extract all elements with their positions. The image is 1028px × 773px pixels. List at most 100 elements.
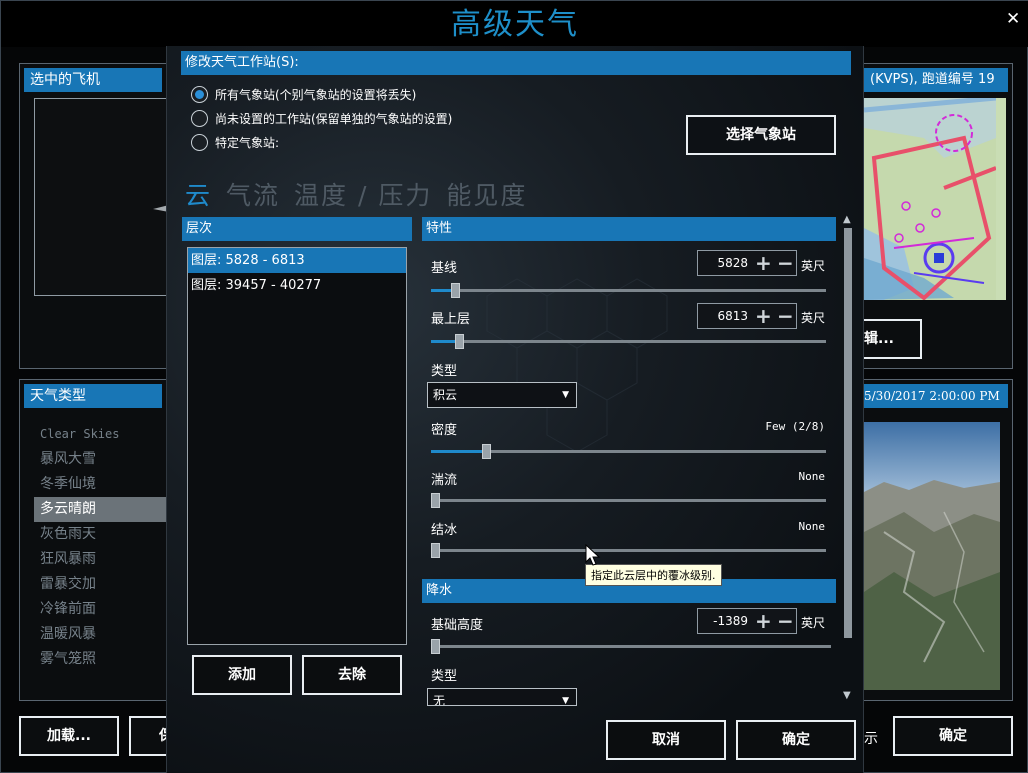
turbulence-slider[interactable] bbox=[431, 493, 826, 508]
precip-base-height-stepper[interactable]: -1389 + − bbox=[697, 608, 797, 634]
icing-label: 结冰 bbox=[431, 523, 458, 538]
icing-value: None bbox=[798, 520, 826, 533]
layers-list: 图层: 5828 - 6813 图层: 39457 - 40277 bbox=[187, 247, 407, 645]
radio-unset-stations[interactable]: 尚未设置的工作站(保留单独的气象站的设置) bbox=[191, 108, 452, 128]
datetime-header: 5/30/2017 2:00:00 PM bbox=[864, 384, 1008, 408]
cancel-button[interactable]: 取消 bbox=[606, 720, 726, 760]
top-slider[interactable] bbox=[431, 334, 826, 349]
precip-base-height-value[interactable]: -1389 bbox=[698, 609, 748, 633]
select-station-button[interactable]: 选择气象站 bbox=[686, 115, 836, 155]
cloud-type-select[interactable]: 积云 ▼ bbox=[427, 382, 577, 408]
tab-wind[interactable]: 气流 bbox=[226, 176, 280, 212]
slider-thumb[interactable] bbox=[431, 493, 440, 508]
weather-type-item[interactable]: Clear Skies bbox=[34, 422, 184, 447]
aircraft-silhouette bbox=[153, 201, 185, 215]
layers-header: 层次 bbox=[182, 217, 412, 241]
add-layer-button[interactable]: 添加 bbox=[192, 655, 292, 695]
weather-type-item[interactable]: 温暖风暴 bbox=[34, 622, 184, 647]
weather-type-item[interactable]: 多云晴朗 bbox=[34, 497, 184, 522]
density-slider[interactable] bbox=[431, 444, 826, 459]
top-unit: 英尺 bbox=[801, 311, 826, 325]
density-label: 密度 bbox=[431, 423, 458, 438]
minus-icon[interactable]: − bbox=[777, 609, 794, 633]
dropdown-arrow-icon: ▼ bbox=[562, 390, 569, 400]
minus-icon[interactable]: − bbox=[777, 304, 794, 328]
top-label: 最上层 bbox=[431, 312, 471, 327]
base-slider[interactable] bbox=[431, 283, 826, 298]
slider-thumb[interactable] bbox=[431, 639, 440, 654]
selected-aircraft-header: 选中的飞机 bbox=[24, 68, 162, 92]
window-title: 高级天气 bbox=[1, 1, 1028, 47]
radio-on-icon[interactable] bbox=[191, 85, 208, 103]
map-graphic bbox=[864, 98, 997, 300]
precip-type-select[interactable]: 无 ▼ bbox=[427, 688, 577, 706]
radio-unset-stations-label: 尚未设置的工作站(保留单独的气象站的设置) bbox=[215, 111, 453, 126]
load-button[interactable]: 加载... bbox=[19, 716, 119, 756]
top-stepper[interactable]: 6813 + − bbox=[697, 303, 797, 329]
weather-type-item[interactable]: 暴风大雪 bbox=[34, 447, 184, 472]
weather-type-item[interactable]: 雾气笼照 bbox=[34, 647, 184, 672]
plus-icon[interactable]: + bbox=[755, 251, 772, 275]
weather-type-item[interactable]: 狂风暴雨 bbox=[34, 547, 184, 572]
cloud-type-value: 积云 bbox=[433, 388, 458, 402]
weather-type-item[interactable]: 冷锋前面 bbox=[34, 597, 184, 622]
radio-all-stations[interactable]: 所有气象站(个别气象站的设置将丢失) bbox=[191, 84, 416, 104]
ok-button[interactable]: 确定 bbox=[736, 720, 856, 760]
tab-clouds[interactable]: 云 bbox=[185, 176, 212, 212]
selected-aircraft-panel: 选中的飞机 bbox=[19, 63, 185, 369]
outer-ok-button[interactable]: 确定 bbox=[893, 716, 1013, 756]
radio-off-icon[interactable] bbox=[191, 109, 208, 127]
icing-tooltip: 指定此云层中的覆冰级别. bbox=[585, 564, 722, 586]
weather-type-panel: 天气类型 Clear Skies 暴风大雪 冬季仙境 多云晴朗 灰色雨天 狂风暴雨 雷暴交加… bbox=[19, 379, 184, 701]
plus-icon[interactable]: + bbox=[755, 609, 772, 633]
precip-base-height-slider[interactable] bbox=[431, 639, 831, 654]
base-label: 基线 bbox=[431, 261, 458, 276]
cloud-type-label: 类型 bbox=[431, 364, 458, 379]
remove-layer-button[interactable]: 去除 bbox=[302, 655, 402, 695]
slider-thumb[interactable] bbox=[455, 334, 464, 349]
terrain-preview bbox=[864, 422, 1000, 690]
base-unit: 英尺 bbox=[801, 259, 826, 273]
mouse-cursor-icon bbox=[585, 544, 601, 566]
properties-header: 特性 bbox=[422, 217, 836, 241]
properties-scrollbar[interactable]: ▲ ▼ bbox=[841, 214, 855, 706]
layer-item[interactable]: 图层: 39457 - 40277 bbox=[188, 273, 406, 298]
slider-thumb[interactable] bbox=[482, 444, 491, 459]
weather-type-item[interactable]: 灰色雨天 bbox=[34, 522, 184, 547]
icing-slider[interactable] bbox=[431, 543, 826, 558]
tab-temperature-pressure[interactable]: 温度 / 压力 bbox=[294, 176, 432, 212]
terrain-graphic bbox=[864, 422, 1000, 690]
layer-item[interactable]: 图层: 5828 - 6813 bbox=[188, 248, 406, 273]
precip-base-height-label: 基础高度 bbox=[431, 618, 484, 633]
dropdown-arrow-icon: ▼ bbox=[562, 696, 569, 706]
time-panel: 5/30/2017 2:00:00 PM bbox=[864, 379, 1013, 701]
radio-specific-station-label: 特定气象站: bbox=[215, 135, 280, 150]
weather-type-item[interactable]: 冬季仙境 bbox=[34, 472, 184, 497]
turbulence-label: 湍流 bbox=[431, 473, 458, 488]
precip-type-value: 无 bbox=[433, 694, 446, 706]
radio-off-icon[interactable] bbox=[191, 133, 208, 151]
scroll-thumb[interactable] bbox=[844, 228, 852, 638]
top-value[interactable]: 6813 bbox=[698, 304, 748, 328]
radio-all-stations-label: 所有气象站(个别气象站的设置将丢失) bbox=[215, 87, 417, 102]
slider-thumb[interactable] bbox=[431, 543, 440, 558]
weather-type-header: 天气类型 bbox=[24, 384, 162, 408]
plus-icon[interactable]: + bbox=[755, 304, 772, 328]
base-stepper[interactable]: 5828 + − bbox=[697, 250, 797, 276]
edit-button-partial[interactable]: 辑... bbox=[864, 319, 922, 359]
precip-base-height-unit: 英尺 bbox=[801, 616, 826, 630]
scroll-up-icon[interactable]: ▲ bbox=[843, 214, 851, 225]
scroll-down-icon[interactable]: ▼ bbox=[843, 690, 851, 701]
slider-thumb[interactable] bbox=[451, 283, 460, 298]
radio-specific-station[interactable]: 特定气象站: bbox=[191, 132, 279, 152]
weather-tabs: 云 气流 温度 / 压力 能见度 bbox=[185, 176, 541, 212]
airport-header: (KVPS), 跑道编号 19 bbox=[864, 68, 1008, 92]
precip-type-label: 类型 bbox=[431, 669, 458, 684]
close-icon[interactable]: ✕ bbox=[1006, 9, 1020, 29]
minus-icon[interactable]: − bbox=[777, 251, 794, 275]
station-header: 修改天气工作站(S): bbox=[181, 51, 851, 75]
weather-type-item[interactable]: 雷暴交加 bbox=[34, 572, 184, 597]
tab-visibility[interactable]: 能见度 bbox=[446, 176, 527, 212]
airport-map[interactable] bbox=[864, 98, 1006, 300]
base-value[interactable]: 5828 bbox=[698, 251, 748, 275]
